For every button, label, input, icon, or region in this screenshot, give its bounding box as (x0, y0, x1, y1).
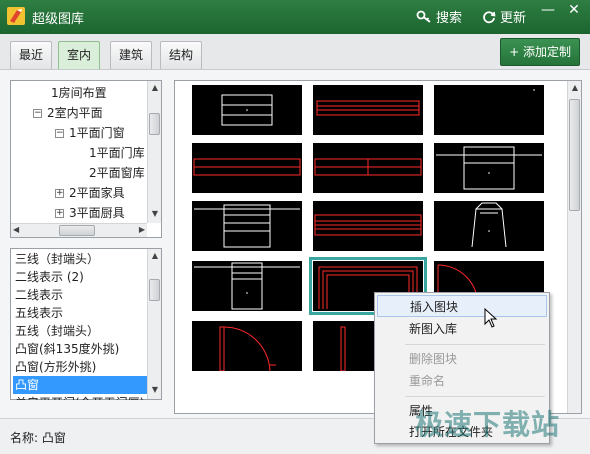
tree-vertical-scrollbar[interactable]: ▲ ▼ (147, 81, 161, 223)
scroll-down-icon[interactable]: ▼ (148, 207, 162, 221)
refresh-icon (483, 10, 496, 23)
tab-structure[interactable]: 结构 (160, 41, 203, 69)
scroll-up-icon[interactable]: ▲ (148, 249, 162, 263)
tree-item[interactable]: 2平面家具 (69, 184, 125, 201)
list-item[interactable]: 凸窗(斜135度外挑) (13, 340, 147, 358)
collapse-icon[interactable]: − (33, 109, 42, 118)
menu-item-insert-block[interactable]: 插入图块 (377, 295, 547, 317)
scroll-thumb[interactable] (59, 225, 95, 236)
scroll-thumb[interactable] (569, 99, 580, 211)
category-tree: 1房间布置 − 2室内平面 − 1平面门窗 1平面门库 2平面窗库 + 2平面家… (10, 80, 162, 238)
category-tab-bar: 最近 室内 建筑 结构 + 添加定制 (0, 34, 590, 70)
key-search-icon (416, 10, 431, 23)
list-vertical-scrollbar[interactable]: ▲ ▼ (147, 249, 161, 399)
list-item[interactable]: 二线表示 (13, 286, 147, 304)
scroll-up-icon[interactable]: ▲ (568, 81, 582, 95)
collapse-icon[interactable]: − (55, 129, 64, 138)
title-bar: 超级图库 搜索 更新 — ✕ (0, 0, 590, 34)
list-item[interactable]: 五线表示 (13, 304, 147, 322)
tree-item[interactable]: 1房间布置 (51, 84, 107, 101)
block-thumbnail[interactable] (434, 201, 544, 251)
block-thumbnail[interactable] (192, 85, 302, 135)
window-title: 超级图库 (32, 12, 85, 27)
refresh-button[interactable]: 更新 (482, 7, 526, 26)
list-item[interactable]: 凸窗(方形外挑) (13, 358, 147, 376)
list-item[interactable]: 五线（封端头） (13, 322, 147, 340)
mouse-cursor-icon (484, 308, 498, 328)
app-logo-icon (7, 7, 25, 25)
block-thumbnail[interactable] (192, 261, 302, 311)
list-item[interactable]: 二线表示 (2) (13, 268, 147, 286)
block-thumbnail[interactable] (192, 201, 302, 251)
scroll-down-icon[interactable]: ▼ (148, 383, 162, 397)
close-button[interactable]: ✕ (562, 0, 586, 22)
menu-item-rename[interactable]: 重命名 (377, 370, 547, 392)
menu-item-delete-block[interactable]: 删除图块 (377, 348, 547, 370)
menu-separator (405, 396, 545, 397)
block-thumbnail[interactable] (192, 143, 302, 193)
block-thumbnail[interactable] (313, 85, 423, 135)
list-item[interactable]: 三线（封端头） (13, 250, 147, 268)
tab-recent[interactable]: 最近 (10, 41, 53, 69)
scroll-left-icon[interactable]: ◀ (13, 225, 19, 234)
block-thumbnail[interactable] (434, 85, 544, 135)
block-thumbnail[interactable] (434, 143, 544, 193)
expand-icon[interactable]: + (55, 189, 64, 198)
list-item-selected[interactable]: 凸窗 (13, 376, 147, 394)
add-custom-button[interactable]: + 添加定制 (500, 38, 580, 66)
menu-item-new-block[interactable]: 新图入库 (377, 318, 547, 340)
menu-separator (405, 344, 545, 345)
status-name-label: 名称: 凸窗 (10, 431, 66, 445)
minimize-button[interactable]: — (536, 0, 560, 22)
tab-interior[interactable]: 室内 (58, 41, 101, 69)
refresh-label: 更新 (500, 11, 527, 26)
watermark-logo: 极速下载站 (415, 408, 561, 441)
tree-item[interactable]: 3平面厨具 (69, 204, 125, 221)
tree-item[interactable]: 1平面门窗 (69, 124, 125, 141)
tab-architecture[interactable]: 建筑 (110, 41, 153, 69)
search-button[interactable]: 搜索 (416, 7, 462, 26)
block-thumbnail[interactable] (192, 321, 302, 371)
tree-item[interactable]: 1平面门库 (89, 144, 145, 161)
block-name-list: 三线（封端头） 二线表示 (2) 二线表示 五线表示 五线（封端头） 凸窗(斜1… (10, 248, 162, 400)
grid-vertical-scrollbar[interactable]: ▲ (567, 81, 581, 413)
tree-item[interactable]: 2室内平面 (47, 104, 103, 121)
list-item[interactable]: 单扇平开门(全开无门厚) (13, 394, 147, 400)
tree-item[interactable]: 2平面窗库 (89, 164, 145, 181)
scroll-thumb[interactable] (149, 279, 160, 301)
search-label: 搜索 (436, 11, 463, 26)
tree-horizontal-scrollbar[interactable]: ◀ ▶ (11, 223, 147, 237)
block-thumbnail[interactable] (313, 201, 423, 251)
scroll-right-icon[interactable]: ▶ (139, 225, 145, 234)
expand-icon[interactable]: + (55, 209, 64, 218)
scroll-up-icon[interactable]: ▲ (148, 81, 162, 95)
scroll-thumb[interactable] (149, 113, 160, 135)
block-thumbnail[interactable] (313, 143, 423, 193)
